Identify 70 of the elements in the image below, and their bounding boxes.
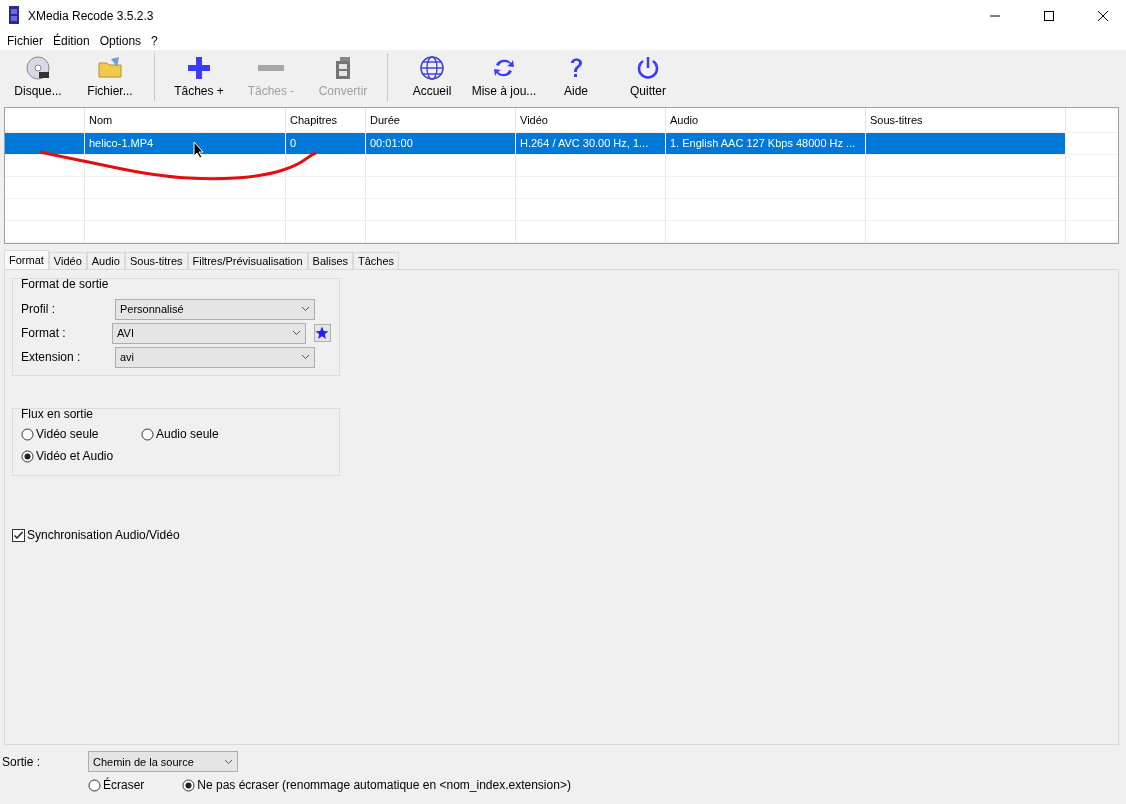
- tab[interactable]: Tâches: [353, 252, 400, 269]
- table-cell[interactable]: 00:01:00: [366, 133, 516, 154]
- caret-icon: [301, 354, 310, 360]
- menu-item[interactable]: Fichier: [2, 32, 48, 50]
- field-label: Sortie :: [2, 754, 41, 769]
- table-cell[interactable]: 1. English AAC 127 Kbps 48000 Hz ...: [666, 133, 866, 154]
- toolbar-button[interactable]: Accueil: [396, 50, 468, 98]
- table-cell[interactable]: helico-1.MP4: [85, 133, 286, 154]
- table-cell[interactable]: H.264 / AVC 30.00 Hz, 1...: [516, 133, 666, 154]
- field-label: Profil :: [21, 302, 56, 316]
- caret-icon: [291, 330, 301, 336]
- radio-label: Vidéo seule: [36, 427, 99, 441]
- column-header: Audio: [666, 108, 866, 132]
- menu-item[interactable]: ?: [146, 32, 163, 50]
- table-cell[interactable]: [5, 133, 85, 154]
- dropdown[interactable]: Personnalisé: [115, 298, 315, 320]
- radio-button[interactable]: [141, 427, 154, 441]
- menu-item[interactable]: Édition: [48, 32, 95, 50]
- caret-icon: [224, 758, 233, 765]
- caret-icon: [301, 306, 310, 312]
- field-label: Format :: [21, 326, 67, 340]
- app-icon: [8, 5, 20, 24]
- toolbar-button[interactable]: Quitter: [612, 50, 684, 98]
- tab[interactable]: Audio: [86, 252, 125, 269]
- table-cell[interactable]: [866, 133, 1066, 154]
- tab[interactable]: Format: [4, 250, 49, 269]
- checkbox-label: Synchronisation Audio/Vidéo: [27, 528, 180, 542]
- group-title: Format de sortie: [21, 277, 110, 291]
- column-header: Vidéo: [516, 108, 666, 132]
- plus-icon: [186, 55, 212, 81]
- toolbar-button[interactable]: Disque...: [2, 50, 74, 98]
- column-header: Durée: [366, 108, 516, 132]
- favorite-button[interactable]: [313, 324, 331, 342]
- tab[interactable]: Balises: [307, 252, 353, 269]
- field-label: Extension :: [21, 350, 82, 364]
- tab[interactable]: Vidéo: [48, 252, 87, 269]
- radio-label: Ne pas écraser (renommage automatique en <nom_index.extension>): [197, 778, 571, 792]
- table-cell[interactable]: 0: [286, 133, 366, 154]
- tab[interactable]: Sous-titres: [124, 252, 188, 269]
- disc-icon: [25, 55, 51, 81]
- radio-button[interactable]: [88, 778, 101, 792]
- radio-button[interactable]: [182, 778, 196, 792]
- group-title: Flux en sortie: [21, 407, 95, 421]
- maximize-icon[interactable]: [1044, 11, 1054, 21]
- radio-button[interactable]: [21, 427, 34, 441]
- column-header: Chapitres: [286, 108, 366, 132]
- dropdown[interactable]: AVI: [112, 322, 306, 344]
- window-title: XMedia Recode 3.5.2.3: [28, 9, 155, 23]
- minus-icon: [258, 65, 284, 71]
- radio-label: Vidéo et Audio: [36, 449, 114, 463]
- toolbar-button[interactable]: Tâches +: [163, 50, 235, 98]
- tab[interactable]: Filtres/Prévisualisation: [187, 252, 308, 269]
- radio-button[interactable]: [21, 449, 34, 463]
- menu-item[interactable]: Options: [94, 32, 147, 50]
- dropdown[interactable]: Chemin de la source: [88, 751, 238, 772]
- mouse-cursor: [193, 141, 205, 159]
- power-icon: [635, 55, 661, 81]
- column-header: Sous-titres: [866, 108, 1066, 132]
- toolbar-button[interactable]: Aide: [540, 50, 612, 98]
- dropdown[interactable]: avi: [115, 346, 315, 368]
- folder-icon: [97, 55, 123, 81]
- star-icon: [315, 326, 330, 340]
- checkbox[interactable]: [12, 528, 25, 542]
- close-icon[interactable]: [1098, 11, 1108, 21]
- toolbar-button[interactable]: Mise à jou...: [468, 50, 540, 98]
- toolbar-button[interactable]: Fichier...: [74, 50, 146, 98]
- column-header: Nom: [85, 108, 286, 132]
- radio-label: Écraser: [103, 778, 145, 792]
- radio-label: Audio seule: [156, 427, 219, 441]
- globe-icon: [419, 55, 445, 81]
